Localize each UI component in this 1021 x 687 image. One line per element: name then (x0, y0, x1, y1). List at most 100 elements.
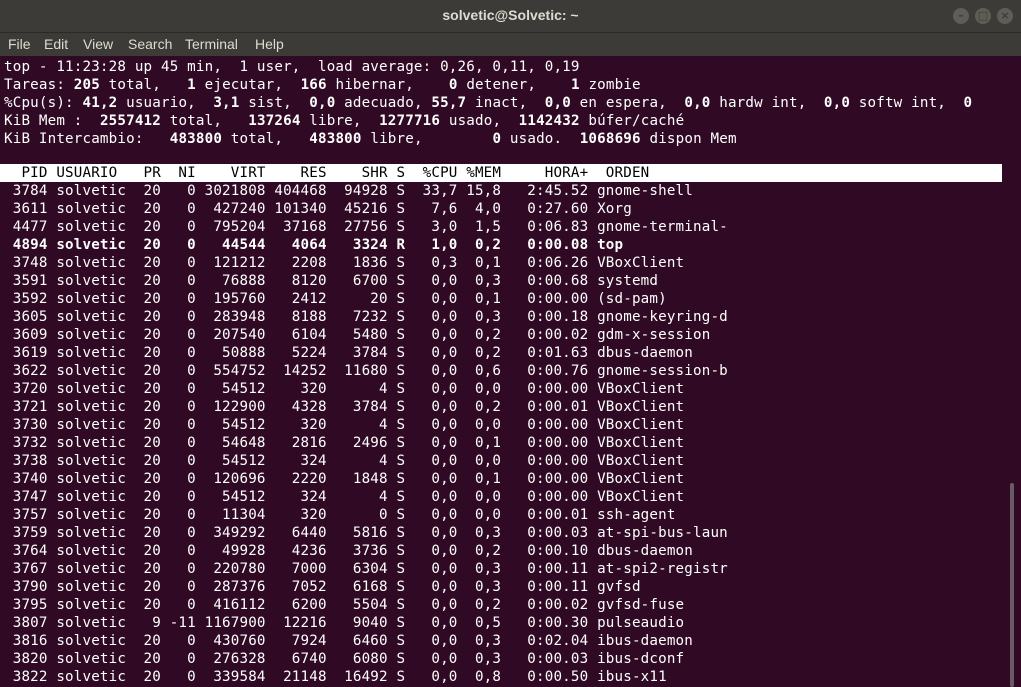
summary-segment: libre, (361, 131, 493, 147)
summary-segment: 3,1 (213, 95, 240, 111)
close-icon[interactable]: × (997, 8, 1013, 24)
summary-segment: total, (161, 113, 249, 129)
process-row: 3622 solvetic 20 0 554752 14252 11680 S … (0, 362, 1002, 380)
process-row: 3730 solvetic 20 0 54512 320 4 S 0,0 0,0… (0, 416, 1002, 434)
summary-segment: 0 (963, 95, 973, 111)
summary-segment: ejecutar, (195, 77, 301, 93)
summary-segment: hibernar, (326, 77, 449, 93)
summary-segment: 205 (73, 77, 100, 93)
process-row-text: 3822 solvetic 20 0 339584 21148 16492 S … (4, 669, 667, 685)
process-row-text: 3759 solvetic 20 0 349292 6440 5816 S 0,… (4, 525, 728, 541)
process-row: 3764 solvetic 20 0 49928 4236 3736 S 0,0… (0, 542, 1002, 560)
process-row: 3784 solvetic 20 0 3021808 404468 94928 … (0, 182, 1002, 200)
maximize-icon[interactable]: □ (975, 8, 991, 24)
summary-segment: 1 (187, 77, 196, 93)
process-row: 3807 solvetic 9 -11 1167900 12216 9040 S… (0, 614, 1002, 632)
process-row: 3721 solvetic 20 0 122900 4328 3784 S 0,… (0, 398, 1002, 416)
process-row: 3732 solvetic 20 0 54648 2816 2496 S 0,0… (0, 434, 1002, 452)
summary-segment: 0,0 (544, 95, 571, 111)
process-row: 3609 solvetic 20 0 207540 6104 5480 S 0,… (0, 326, 1002, 344)
summary-uptime-line: top - 11:23:28 up 45 min, 1 user, load a… (4, 59, 580, 75)
menu-edit[interactable]: Edit (44, 36, 68, 52)
summary-segment: 0,0 (684, 95, 711, 111)
summary-segment: 41,2 (82, 95, 118, 111)
summary-segment: softw int, (850, 95, 964, 111)
menu-help[interactable]: Help (255, 36, 284, 52)
summary-segment: 483800 (169, 131, 223, 147)
process-row-text: 3767 solvetic 20 0 220780 7000 6304 S 0,… (4, 561, 728, 577)
process-row: 3816 solvetic 20 0 430760 7924 6460 S 0,… (0, 632, 1002, 650)
process-table-header-text: PID USUARIO PR NI VIRT RES SHR S %CPU %M… (4, 165, 650, 181)
process-row-text: 3605 solvetic 20 0 283948 8188 7232 S 0,… (4, 309, 728, 325)
summary-segment: dispon Mem (640, 131, 737, 147)
process-row: 3822 solvetic 20 0 339584 21148 16492 S … (0, 668, 1002, 686)
process-row: 3738 solvetic 20 0 54512 324 4 S 0,0 0,0… (0, 452, 1002, 470)
summary-segment: sist, (239, 95, 310, 111)
process-row-text: 3592 solvetic 20 0 195760 2412 20 S 0,0 … (4, 291, 667, 307)
process-row: 3611 solvetic 20 0 427240 101340 45216 S… (0, 200, 1002, 218)
process-row-text: 3784 solvetic 20 0 3021808 404468 94928 … (4, 183, 694, 199)
menu-bar: File Edit View Search Terminal Help (0, 33, 1021, 56)
window-title: solvetic@Solvetic: ~ (442, 7, 579, 23)
summary-segment: KiB Intercambio: (4, 131, 170, 147)
process-row-text: 4477 solvetic 20 0 795204 37168 27756 S … (4, 219, 728, 235)
menu-view[interactable]: View (83, 36, 113, 52)
summary-segment: libre, (300, 113, 380, 129)
summary-segment: en espera, (570, 95, 685, 111)
process-row-text: 3757 solvetic 20 0 11304 320 0 S 0,0 0,0… (4, 507, 676, 523)
menu-search[interactable]: Search (128, 36, 172, 52)
process-row: 4477 solvetic 20 0 795204 37168 27756 S … (0, 218, 1002, 236)
process-row: 3820 solvetic 20 0 276328 6740 6080 S 0,… (0, 650, 1002, 668)
summary-cpu-line: %Cpu(s): 41,2 usuario, 3,1 sist, 0,0 ade… (4, 94, 972, 112)
process-row-text: 4894 solvetic 20 0 44544 4064 3324 R 1,0… (4, 237, 624, 253)
window-titlebar[interactable]: solvetic@Solvetic: ~ – □ × (0, 0, 1021, 33)
process-row-text: 3795 solvetic 20 0 416112 6200 5504 S 0,… (4, 597, 685, 613)
summary-segment: 166 (300, 77, 327, 93)
summary-segment: zombie (579, 77, 641, 93)
summary-tasks-line: Tareas: 205 total, 1 ejecutar, 166 hiber… (4, 76, 641, 94)
summary-segment: 137264 (248, 113, 301, 129)
scrollbar-thumb[interactable] (1010, 483, 1014, 687)
summary-segment: Tareas: (4, 77, 74, 93)
process-row-text: 3740 solvetic 20 0 120696 2220 1848 S 0,… (4, 471, 685, 487)
process-row-text: 3720 solvetic 20 0 54512 320 4 S 0,0 0,0… (4, 381, 685, 397)
process-row: 3605 solvetic 20 0 283948 8188 7232 S 0,… (0, 308, 1002, 326)
process-row-text: 3807 solvetic 9 -11 1167900 12216 9040 S… (4, 615, 685, 631)
summary-segment: 0,0 (309, 95, 336, 111)
process-row: 3795 solvetic 20 0 416112 6200 5504 S 0,… (0, 596, 1002, 614)
summary-segment: 0,0 (823, 95, 851, 111)
summary-segment: 483800 (309, 131, 362, 147)
summary-segment: usado. (501, 131, 580, 147)
process-row-text: 3748 solvetic 20 0 121212 2208 1836 S 0,… (4, 255, 685, 271)
summary-segment: 1277716 (379, 113, 441, 129)
menu-file[interactable]: File (8, 36, 31, 52)
summary-segment: 0 (448, 77, 458, 93)
process-row: 3619 solvetic 20 0 50888 5224 3784 S 0,0… (0, 344, 1002, 362)
process-row-text: 3747 solvetic 20 0 54512 324 4 S 0,0 0,0… (4, 489, 685, 505)
process-row: 3591 solvetic 20 0 76888 8120 6700 S 0,0… (0, 272, 1002, 290)
terminal-output[interactable]: top - 11:23:28 up 45 min, 1 user, load a… (0, 56, 1021, 687)
minimize-icon[interactable]: – (953, 8, 969, 24)
summary-segment: 0 (492, 131, 502, 147)
summary-swap-line: KiB Intercambio: 483800 total, 483800 li… (4, 130, 737, 148)
summary-segment: adecuado, (335, 95, 432, 111)
process-row: 3720 solvetic 20 0 54512 320 4 S 0,0 0,0… (0, 380, 1002, 398)
summary-segment: %Cpu(s): (4, 95, 83, 111)
summary-segment: inact, (466, 95, 545, 111)
process-row-text: 3619 solvetic 20 0 50888 5224 3784 S 0,0… (4, 345, 694, 361)
process-row: 3747 solvetic 20 0 54512 324 4 S 0,0 0,0… (0, 488, 1002, 506)
process-row-text: 3790 solvetic 20 0 287376 7052 6168 S 0,… (4, 579, 641, 595)
summary-segment: total, (99, 77, 188, 93)
process-row-text: 3609 solvetic 20 0 207540 6104 5480 S 0,… (4, 327, 711, 343)
menu-terminal[interactable]: Terminal (185, 36, 238, 52)
summary-segment: KiB Mem : (4, 113, 100, 129)
process-row-text: 3816 solvetic 20 0 430760 7924 6460 S 0,… (4, 633, 694, 649)
process-row: 3759 solvetic 20 0 349292 6440 5816 S 0,… (0, 524, 1002, 542)
process-row-text: 3738 solvetic 20 0 54512 324 4 S 0,0 0,0… (4, 453, 685, 469)
process-row-text: 3591 solvetic 20 0 76888 8120 6700 S 0,0… (4, 273, 659, 289)
summary-segment: usado, (440, 113, 519, 129)
process-row: 3592 solvetic 20 0 195760 2412 20 S 0,0 … (0, 290, 1002, 308)
summary-segment: detener, (457, 77, 571, 93)
process-row-text: 3730 solvetic 20 0 54512 320 4 S 0,0 0,0… (4, 417, 685, 433)
summary-segment: total, (222, 131, 310, 147)
